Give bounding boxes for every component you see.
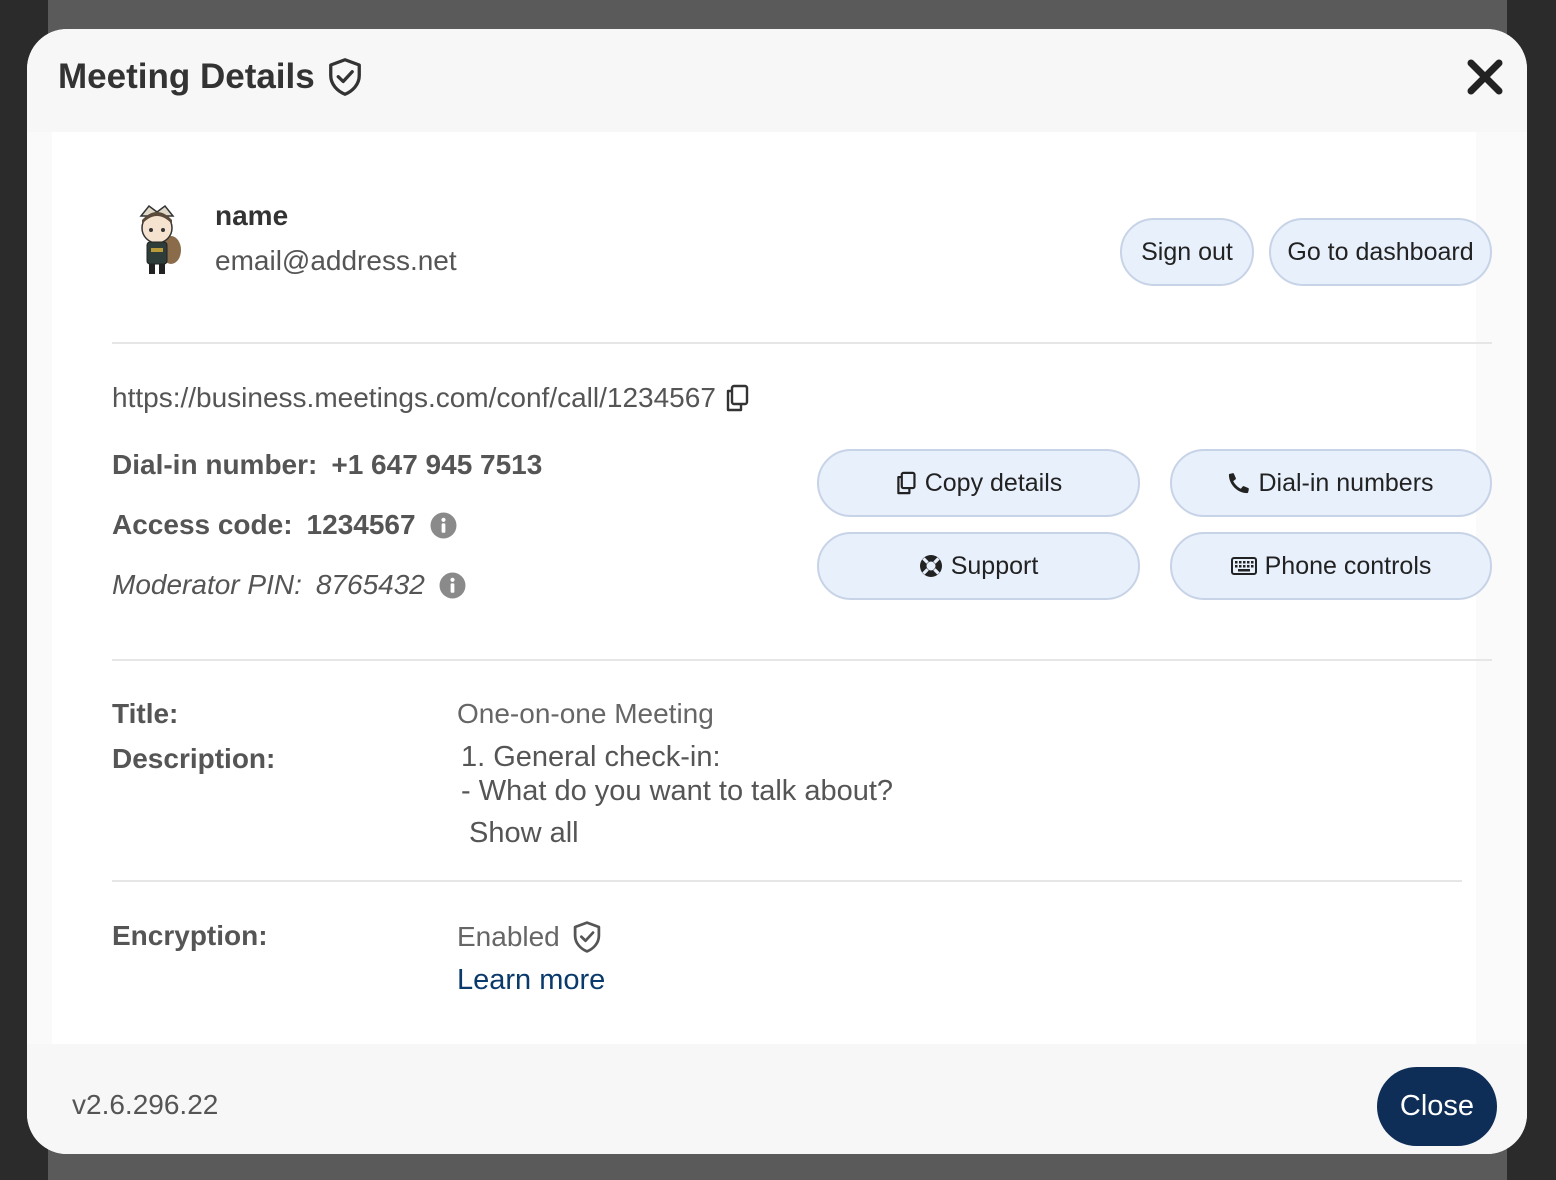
dial-in-numbers-button[interactable]: Dial-in numbers	[1170, 449, 1492, 517]
encryption-value: Enabled	[457, 921, 560, 952]
copy-details-button[interactable]: Copy details	[817, 449, 1140, 517]
dial-in-value: +1 647 945 7513	[331, 449, 543, 480]
close-icon[interactable]	[1465, 57, 1505, 97]
copy-details-label: Copy details	[924, 468, 1063, 497]
support-label: Support	[950, 551, 1039, 580]
access-code-row: Access code: 1234567	[112, 509, 457, 541]
close-button[interactable]: Close	[1377, 1067, 1497, 1146]
divider	[112, 659, 1492, 661]
modal-title-text: Meeting Details	[58, 57, 315, 96]
moderator-pin-row: Moderator PIN: 8765432	[112, 569, 466, 601]
encryption-value-row: Enabled	[457, 920, 602, 954]
go-to-dashboard-label: Go to dashboard	[1287, 237, 1474, 266]
version-label: v2.6.296.22	[72, 1089, 219, 1120]
meeting-url-row: https://business.meetings.com/conf/call/…	[112, 382, 750, 414]
title-value: One-on-one Meeting	[457, 698, 714, 729]
show-all-link[interactable]: Show all	[469, 816, 579, 850]
sign-out-label: Sign out	[1141, 237, 1233, 266]
divider	[112, 342, 1492, 344]
moderator-pin-value: 8765432	[315, 569, 425, 600]
moderator-pin-label: Moderator PIN:	[112, 569, 302, 600]
divider	[112, 880, 1462, 882]
info-icon[interactable]	[439, 572, 466, 599]
access-code-value: 1234567	[306, 509, 416, 540]
modal-footer: v2.6.296.22 Close	[27, 1044, 1527, 1154]
meeting-url[interactable]: https://business.meetings.com/conf/call/…	[112, 382, 716, 414]
go-to-dashboard-button[interactable]: Go to dashboard	[1269, 218, 1492, 286]
learn-more-link[interactable]: Learn more	[457, 964, 605, 997]
modal-header: Meeting Details	[27, 29, 1527, 132]
dial-in-row: Dial-in number: +1 647 945 7513	[112, 449, 542, 481]
description-line: 1. General check-in:	[461, 741, 721, 773]
phone-controls-button[interactable]: Phone controls	[1170, 532, 1492, 600]
phone-icon	[1228, 472, 1250, 494]
modal-body: name email@address.net Sign out Go to da…	[52, 132, 1492, 1044]
title-label: Title:	[112, 698, 179, 729]
meeting-details-modal: Meeting Details name email@address.net S…	[27, 29, 1527, 1154]
encryption-label: Encryption:	[112, 920, 268, 951]
lifebuoy-icon	[919, 554, 943, 578]
modal-title: Meeting Details	[58, 57, 363, 97]
access-code-label: Access code:	[112, 509, 293, 540]
description-line: - What do you want to talk about?	[461, 775, 894, 807]
copy-icon[interactable]	[724, 384, 750, 412]
avatar	[127, 202, 187, 278]
shield-check-icon	[572, 920, 602, 954]
user-name: name	[215, 200, 289, 231]
dial-in-label: Dial-in number:	[112, 449, 318, 480]
copy-icon	[895, 471, 917, 495]
shield-check-icon	[327, 57, 363, 97]
info-icon[interactable]	[430, 512, 457, 539]
dial-in-numbers-label: Dial-in numbers	[1258, 468, 1434, 497]
description-label: Description:	[112, 743, 276, 774]
phone-controls-label: Phone controls	[1264, 551, 1432, 580]
sign-out-button[interactable]: Sign out	[1120, 218, 1254, 286]
support-button[interactable]: Support	[817, 532, 1140, 600]
user-email: email@address.net	[215, 245, 457, 276]
keyboard-icon	[1230, 557, 1257, 575]
